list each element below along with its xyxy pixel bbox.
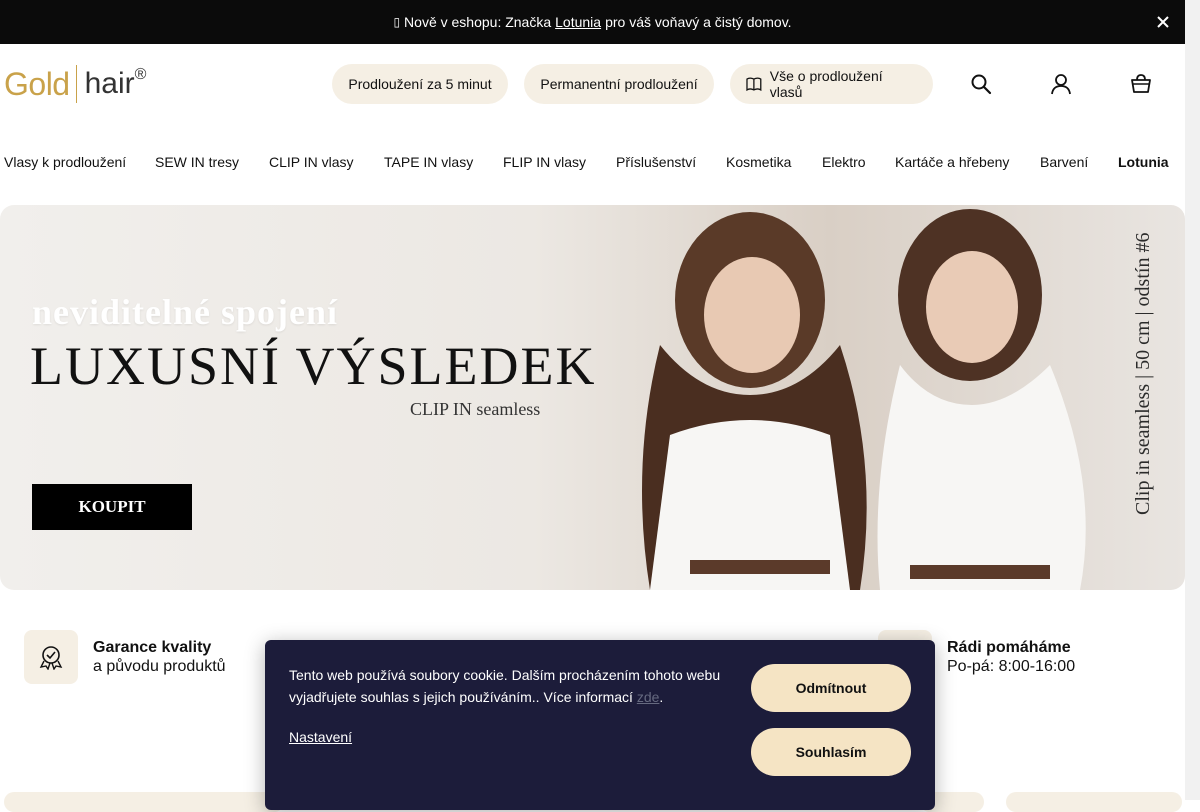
announcement-suffix: pro váš voňavý a čistý domov. [605, 14, 792, 30]
hero-headline: LUXUSNÍ VÝSLEDEK [30, 336, 597, 396]
category-card[interactable] [1006, 792, 1182, 812]
accept-button[interactable]: Souhlasím [751, 728, 911, 776]
nav-item-kosmetika[interactable]: Kosmetika [726, 154, 791, 170]
buy-button[interactable]: KOUPIT [32, 484, 192, 530]
pill-permanentni[interactable]: Permanentní prodloužení [524, 64, 714, 104]
main-nav: Vlasy k prodloužení SEW IN tresy CLIP IN… [0, 150, 1185, 176]
feature-quality: Garance kvality a původu produktů [24, 630, 226, 684]
decline-button[interactable]: Odmítnout [751, 664, 911, 712]
cookie-more-link[interactable]: zde [637, 689, 660, 705]
cookie-text-block: Tento web používá soubory cookie. Dalším… [289, 664, 729, 708]
logo[interactable]: Gold hair ® [4, 64, 146, 104]
pill-vse-o-prodlouzeni[interactable]: Vše o prodloužení vlasů [730, 64, 933, 104]
cart-icon[interactable] [1129, 72, 1153, 96]
logo-gold: Gold [4, 65, 70, 102]
cookie-period: . [659, 689, 664, 705]
hero-script-text: neviditelné spojení [32, 292, 339, 332]
nav-item-barveni[interactable]: Barvení [1040, 154, 1088, 170]
nav-item-kartace[interactable]: Kartáče a hřebeny [895, 154, 1009, 170]
book-icon [746, 77, 762, 91]
dot-icon: ▯ [393, 15, 401, 29]
pill-label: Vše o prodloužení vlasů [769, 68, 883, 100]
pill-label: Permanentní prodloužení [540, 76, 698, 92]
nav-item-tape-in[interactable]: TAPE IN vlasy [384, 154, 473, 170]
feature-title: Rádi pomáháme [947, 638, 1071, 656]
close-icon[interactable] [1153, 12, 1173, 32]
nav-item-elektro[interactable]: Elektro [822, 154, 866, 170]
cookie-settings-link[interactable]: Nastavení [289, 729, 352, 745]
feature-text: Po-pá: 8:00-16:00 [947, 657, 1076, 675]
scrollbar[interactable] [1185, 0, 1200, 800]
nav-item-flip-in[interactable]: FLIP IN vlasy [503, 154, 586, 170]
nav-item-sew-in[interactable]: SEW IN tresy [155, 154, 239, 170]
nav-item-lotunia[interactable]: Lotunia [1118, 154, 1169, 170]
nav-item-vlasy[interactable]: Vlasy k prodloužení [4, 154, 126, 170]
announcement-prefix: Nově v eshopu: Značka [404, 14, 552, 30]
announcement-bar: ▯ Nově v eshopu: Značka Lotunia pro váš … [0, 0, 1185, 44]
search-icon[interactable] [969, 72, 993, 96]
hero-banner[interactable]: neviditelné spojení LUXUSNÍ VÝSLEDEK CLI… [0, 205, 1185, 590]
nav-item-prislusenstvi[interactable]: Příslušenství [616, 154, 696, 170]
hero-vertical-caption: Clip in seamless | 50 cm | odstín #6 [1132, 233, 1154, 516]
hero-models-image [642, 209, 1086, 590]
hero-subheadline: CLIP IN seamless [410, 399, 541, 419]
announcement-link[interactable]: Lotunia [555, 14, 601, 30]
feature-title: Garance kvality [93, 638, 212, 656]
nav-item-clip-in[interactable]: CLIP IN vlasy [269, 154, 354, 170]
feature-text: a původu produktů [93, 657, 226, 675]
quality-badge-icon [24, 630, 78, 684]
logo-divider [75, 65, 77, 103]
pill-label: Prodloužení za 5 minut [348, 76, 492, 92]
cookie-dialog: Tento web používá soubory cookie. Dalším… [265, 640, 935, 810]
logo-registered: ® [134, 66, 147, 83]
user-icon[interactable] [1049, 72, 1073, 96]
pill-prodlouzeni-5-minut[interactable]: Prodloužení za 5 minut [332, 64, 508, 104]
category-card[interactable] [4, 792, 284, 812]
logo-hair: hair [84, 67, 135, 100]
